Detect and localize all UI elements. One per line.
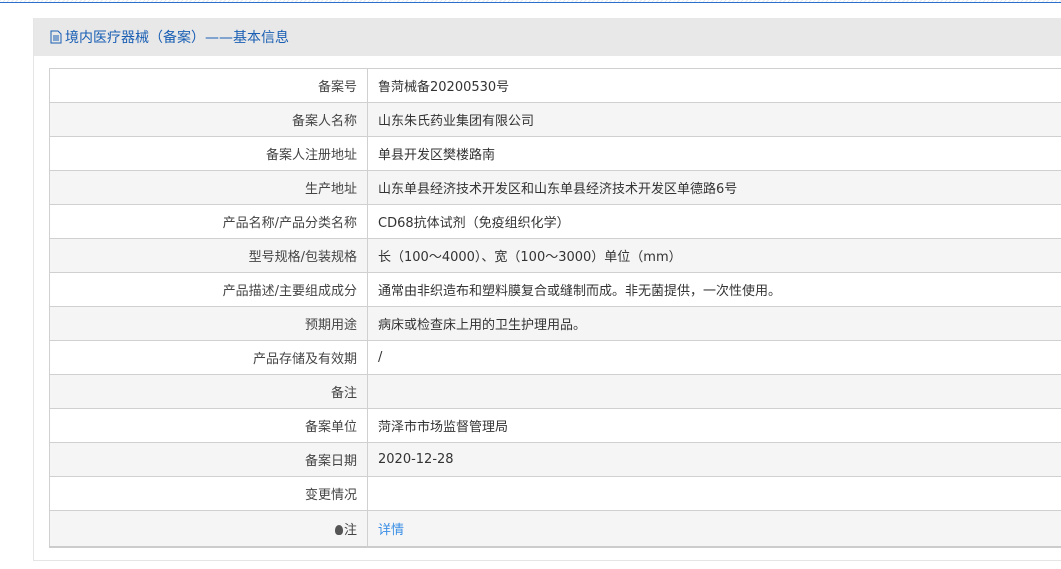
note-value: 详情 <box>367 510 1061 548</box>
table-row: 生产地址 山东单县经济技术开发区和山东单县经济技术开发区单德路6号 <box>49 170 1061 205</box>
table-row: 产品存储及有效期 / <box>49 340 1061 375</box>
field-label: 产品描述/主要组成成分 <box>49 272 368 307</box>
field-label: 备案人名称 <box>49 102 368 137</box>
field-label: 备案号 <box>49 68 368 103</box>
field-value: 单县开发区樊楼路南 <box>367 136 1061 171</box>
field-value: 通常由非织造布和塑料膜复合或缝制而成。非无菌提供，一次性使用。 <box>367 272 1061 307</box>
field-label: 备案单位 <box>49 408 368 443</box>
table-row: 备案人名称 山东朱氏药业集团有限公司 <box>49 102 1061 137</box>
table-row: 备案号 鲁菏械备20200530号 <box>49 68 1061 103</box>
field-value: 山东单县经济技术开发区和山东单县经济技术开发区单德路6号 <box>367 170 1061 205</box>
field-value: 长（100～4000）、宽（100～3000）单位（mm） <box>367 238 1061 273</box>
field-label: 产品名称/产品分类名称 <box>49 204 368 239</box>
table-row: 变更情况 <box>49 476 1061 511</box>
table-row: 备注 <box>49 374 1061 409</box>
field-label: 型号规格/包装规格 <box>49 238 368 273</box>
field-label: 生产地址 <box>49 170 368 205</box>
document-icon <box>50 30 62 44</box>
field-label: 变更情况 <box>49 476 368 511</box>
field-value: 山东朱氏药业集团有限公司 <box>367 102 1061 137</box>
field-value: / <box>367 340 1061 375</box>
table-row: 备案人注册地址 单县开发区樊楼路南 <box>49 136 1061 171</box>
field-value: CD68抗体试剂（免疫组织化学） <box>367 204 1061 239</box>
info-table: 备案号 鲁菏械备20200530号 备案人名称 山东朱氏药业集团有限公司 备案人注册地址… <box>49 68 1061 548</box>
panel-header: 境内医疗器械（备案）——基本信息 <box>34 18 1061 56</box>
basic-info-panel: 境内医疗器械（备案）——基本信息 备案号 鲁菏械备20200530号 备案人名称 山东… <box>33 18 1061 561</box>
field-value: 2020-12-28 <box>367 442 1061 477</box>
field-value <box>367 476 1061 511</box>
field-label: 预期用途 <box>49 306 368 341</box>
table-row: 备案单位 菏泽市市场监督管理局 <box>49 408 1061 443</box>
note-label: 注 <box>343 522 357 538</box>
field-value: 菏泽市市场监督管理局 <box>367 408 1061 443</box>
field-value: 鲁菏械备20200530号 <box>367 68 1061 103</box>
field-label: 备案日期 <box>49 442 368 477</box>
table-row: 产品描述/主要组成成分 通常由非织造布和塑料膜复合或缝制而成。非无菌提供，一次性使… <box>49 272 1061 307</box>
lightbulb-icon <box>334 524 343 535</box>
details-link[interactable]: 详情 <box>378 523 404 538</box>
note-label-cell: 注 <box>49 510 368 548</box>
top-decoration <box>0 0 1061 3</box>
field-value <box>367 374 1061 409</box>
panel-title: 境内医疗器械（备案）——基本信息 <box>65 30 289 46</box>
field-label: 备案人注册地址 <box>49 136 368 171</box>
note-row: 注 详情 <box>49 510 1061 548</box>
table-row: 预期用途 病床或检查床上用的卫生护理用品。 <box>49 306 1061 341</box>
table-row: 型号规格/包装规格 长（100～4000）、宽（100～3000）单位（mm） <box>49 238 1061 273</box>
field-label: 备注 <box>49 374 368 409</box>
table-row: 产品名称/产品分类名称 CD68抗体试剂（免疫组织化学） <box>49 204 1061 239</box>
field-value: 病床或检查床上用的卫生护理用品。 <box>367 306 1061 341</box>
field-label: 产品存储及有效期 <box>49 340 368 375</box>
table-row: 备案日期 2020-12-28 <box>49 442 1061 477</box>
